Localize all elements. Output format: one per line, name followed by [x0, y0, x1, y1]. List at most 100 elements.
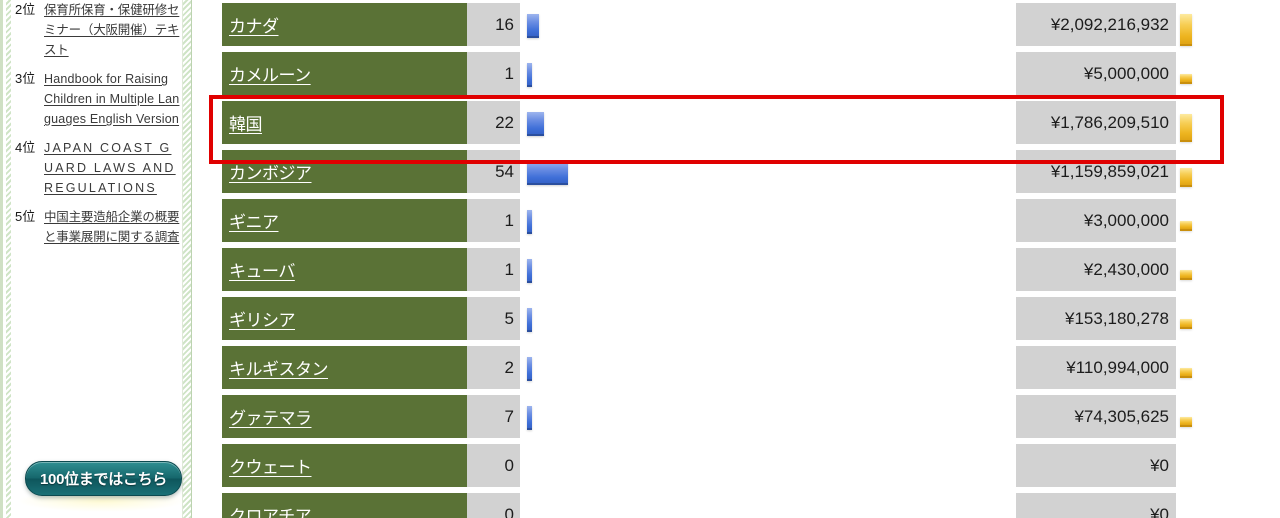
amount-bar — [1180, 221, 1192, 231]
ranking-item-link[interactable]: 中国主要造船企業の概要と事業展開に関する調査 — [44, 207, 181, 247]
country-cell[interactable]: クロアチア — [222, 493, 467, 518]
country-cell[interactable]: ギニア — [222, 199, 467, 242]
amount-value: ¥0 — [1150, 455, 1169, 475]
amount-value: ¥1,786,209,510 — [1050, 112, 1169, 132]
count-value: 1 — [504, 259, 514, 279]
amount-value: ¥3,000,000 — [1083, 210, 1169, 230]
country-link[interactable]: カンボジア — [229, 159, 312, 184]
count-value: 0 — [504, 455, 514, 475]
count-cell: 22 — [467, 101, 520, 144]
amount-cell: ¥153,180,278 — [1016, 297, 1176, 340]
count-bar — [527, 161, 568, 185]
amount-value: ¥2,092,216,932 — [1050, 14, 1169, 34]
amount-cell: ¥5,000,000 — [1016, 52, 1176, 95]
country-cell[interactable]: カナダ — [222, 3, 467, 46]
count-cell: 5 — [467, 297, 520, 340]
count-cell: 1 — [467, 52, 520, 95]
table-row: キルギスタン 2 ¥110,994,000 — [222, 343, 1280, 392]
count-cell: 1 — [467, 248, 520, 291]
count-cell: 2 — [467, 346, 520, 389]
country-cell[interactable]: カメルーン — [222, 52, 467, 95]
table-row: カメルーン 1 ¥5,000,000 — [222, 49, 1280, 98]
amount-cell: ¥2,092,216,932 — [1016, 3, 1176, 46]
amount-cell: ¥1,786,209,510 — [1016, 101, 1176, 144]
country-link[interactable]: クロアチア — [229, 502, 312, 518]
view-top-100-button[interactable]: 100位まではこちら — [25, 461, 182, 496]
amount-cell: ¥1,159,859,021 — [1016, 150, 1176, 193]
country-link[interactable]: キューバ — [229, 257, 295, 282]
ranking-item-rank: 5位 — [15, 209, 36, 224]
ranking-item-rank: 3位 — [15, 71, 36, 86]
count-bar — [527, 14, 539, 38]
country-cell[interactable]: 韓国 — [222, 101, 467, 144]
country-link[interactable]: グァテマラ — [229, 404, 312, 429]
count-cell: 16 — [467, 3, 520, 46]
amount-value: ¥153,180,278 — [1065, 308, 1169, 328]
amount-value: ¥0 — [1150, 504, 1169, 518]
table-row: キューバ 1 ¥2,430,000 — [222, 245, 1280, 294]
sidebar-right-stripe-decoration — [182, 0, 192, 518]
sidebar-left-stripe-decoration — [6, 0, 11, 518]
ranking-item-link[interactable]: 保育所保育・保健研修セミナー（大阪開催）テキスト — [44, 0, 181, 60]
ranking-item-rank: 2位 — [15, 2, 36, 17]
country-cell[interactable]: キルギスタン — [222, 346, 467, 389]
country-link[interactable]: キルギスタン — [229, 355, 329, 380]
ranking-item-link[interactable]: Handbook for Raising Children in Multipl… — [44, 69, 181, 129]
country-cell[interactable]: グァテマラ — [222, 395, 467, 438]
amount-bar — [1180, 14, 1192, 46]
amount-bar — [1180, 270, 1192, 280]
amount-value: ¥5,000,000 — [1083, 63, 1169, 83]
amount-cell: ¥0 — [1016, 444, 1176, 487]
count-value: 5 — [504, 308, 514, 328]
count-value: 22 — [495, 112, 514, 132]
table-row: カンボジア 54 ¥1,159,859,021 — [222, 147, 1280, 196]
ranking-item-link[interactable]: JAPAN COAST GUARD LAWS AND REGULATIONS — [44, 138, 181, 198]
country-link[interactable]: 韓国 — [229, 110, 263, 135]
amount-bar — [1180, 114, 1192, 142]
count-value: 2 — [504, 357, 514, 377]
count-value: 16 — [495, 14, 514, 34]
count-bar — [527, 259, 532, 283]
count-value: 1 — [504, 63, 514, 83]
country-cell[interactable]: キューバ — [222, 248, 467, 291]
count-cell: 1 — [467, 199, 520, 242]
country-link[interactable]: クウェート — [229, 453, 312, 478]
count-cell: 7 — [467, 395, 520, 438]
count-bar — [527, 210, 532, 234]
count-bar — [527, 357, 532, 381]
amount-cell: ¥110,994,000 — [1016, 346, 1176, 389]
country-cell[interactable]: カンボジア — [222, 150, 467, 193]
table-row: カナダ 16 ¥2,092,216,932 — [222, 0, 1280, 49]
count-cell: 54 — [467, 150, 520, 193]
ranking-list: 2位 保育所保育・保健研修セミナー（大阪開催）テキスト 3位 Handbook for… — [15, 0, 181, 256]
table-row: クウェート 0 ¥0 — [222, 441, 1280, 490]
count-bar — [527, 63, 532, 87]
table-row: クロアチア 0 ¥0 — [222, 490, 1280, 518]
ranking-item: 4位 JAPAN COAST GUARD LAWS AND REGULATIONS — [15, 138, 181, 198]
ranking-item-rank: 4位 — [15, 140, 36, 155]
count-bar — [527, 112, 544, 136]
amount-value: ¥1,159,859,021 — [1050, 161, 1169, 181]
ranking-item: 5位 中国主要造船企業の概要と事業展開に関する調査 — [15, 207, 181, 247]
amount-cell: ¥3,000,000 — [1016, 199, 1176, 242]
country-link[interactable]: カメルーン — [229, 61, 311, 86]
country-cell[interactable]: クウェート — [222, 444, 467, 487]
table-row: 韓国 22 ¥1,786,209,510 — [222, 98, 1280, 147]
amount-bar — [1180, 167, 1192, 187]
count-cell: 0 — [467, 444, 520, 487]
country-link[interactable]: ギニア — [229, 208, 279, 233]
view-top-100-button-label: 100位まではこちら — [39, 471, 168, 488]
amount-value: ¥110,994,000 — [1066, 357, 1169, 377]
amount-bar — [1180, 368, 1192, 378]
amount-value: ¥74,305,625 — [1074, 406, 1169, 426]
country-cell[interactable]: ギリシア — [222, 297, 467, 340]
ranking-item: 2位 保育所保育・保健研修セミナー（大阪開催）テキスト — [15, 0, 181, 60]
table-row: ギリシア 5 ¥153,180,278 — [222, 294, 1280, 343]
amount-bar — [1180, 417, 1192, 427]
country-link[interactable]: カナダ — [229, 12, 279, 37]
country-amount-table: カナダ 16 ¥2,092,216,932 カメルーン 1 ¥5,000,000 韓国 22 ¥… — [222, 0, 1280, 518]
count-bar — [527, 406, 532, 430]
count-value: 7 — [504, 406, 514, 426]
amount-value: ¥2,430,000 — [1083, 259, 1169, 279]
country-link[interactable]: ギリシア — [229, 306, 296, 331]
